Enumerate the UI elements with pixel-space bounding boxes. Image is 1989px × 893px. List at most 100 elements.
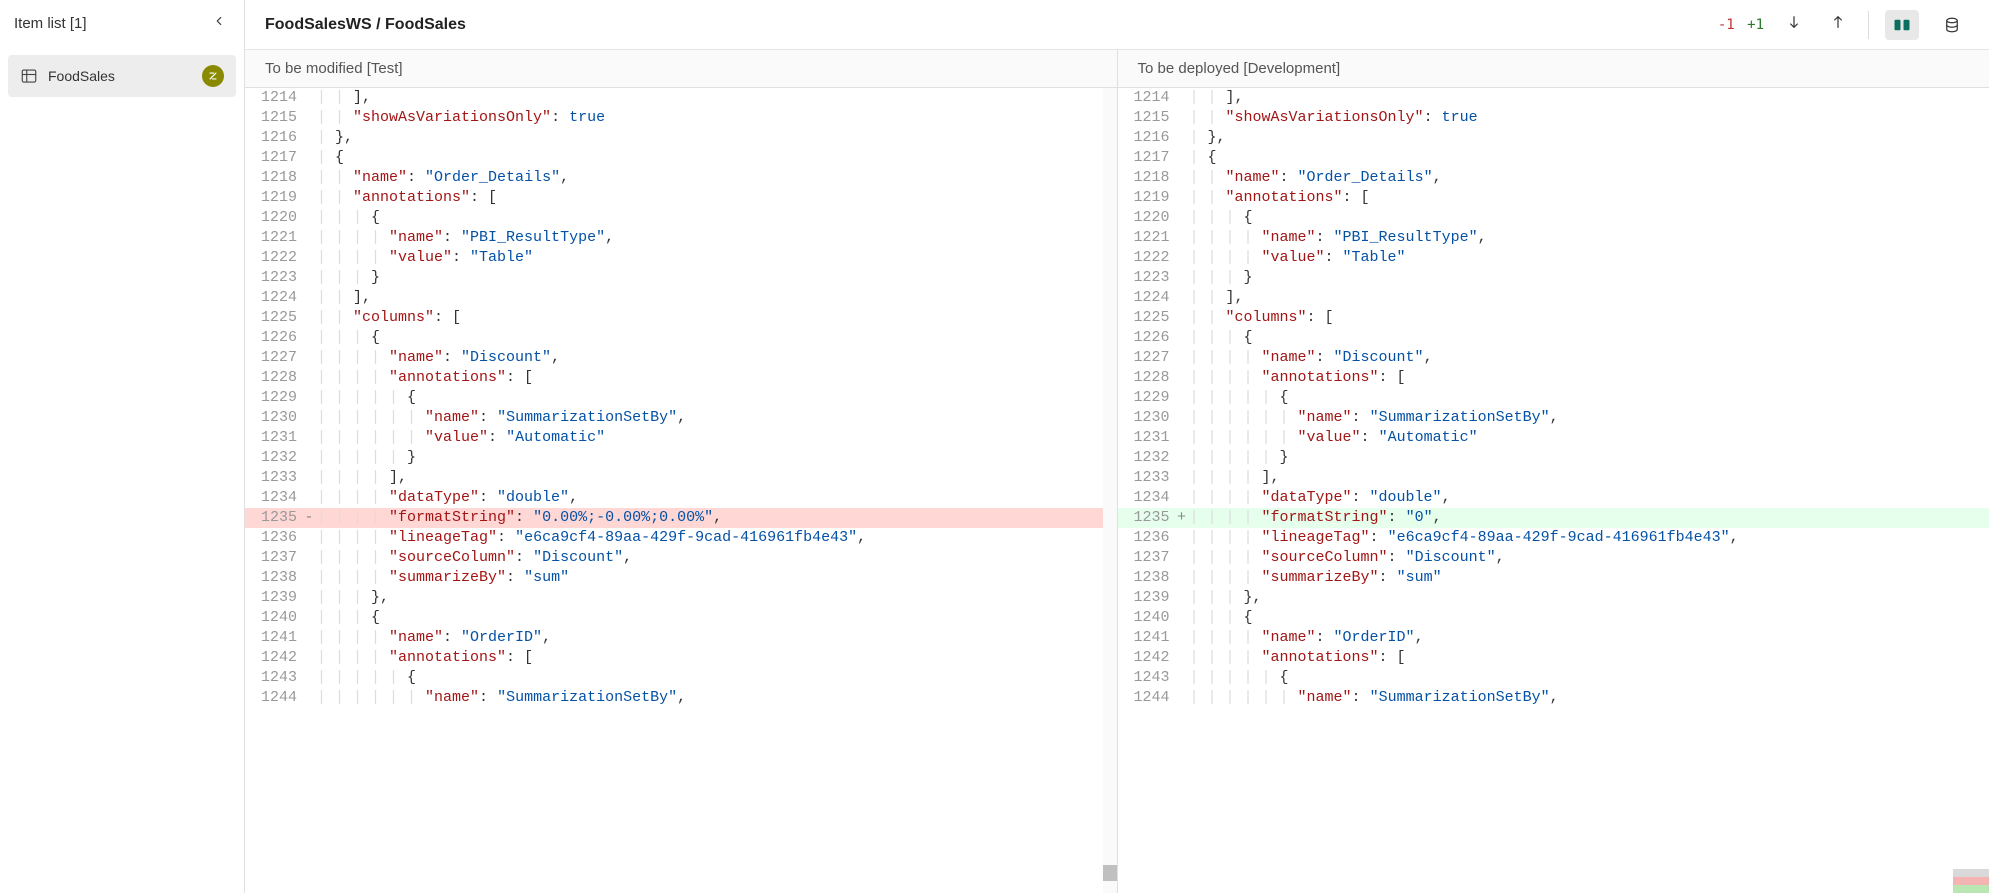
code-line[interactable]: 1238| | | | "summarizeBy": "sum": [245, 568, 1117, 588]
code-line[interactable]: 1240| | | {: [245, 608, 1117, 628]
code-line[interactable]: 1237| | | | "sourceColumn": "Discount",: [245, 548, 1117, 568]
code-line[interactable]: 1235-| | | | "formatString": "0.00%;-0.0…: [245, 508, 1117, 528]
code-line[interactable]: 1225| | "columns": [: [1118, 308, 1989, 328]
code-line[interactable]: 1216| },: [245, 128, 1117, 148]
line-number: 1218: [245, 168, 303, 188]
diff-status-icon: [206, 69, 220, 83]
code-line[interactable]: 1239| | | },: [1118, 588, 1989, 608]
code-line[interactable]: 1216| },: [1118, 128, 1989, 148]
code-line[interactable]: 1227| | | | "name": "Discount",: [1118, 348, 1989, 368]
code-line[interactable]: 1241| | | | "name": "OrderID",: [245, 628, 1117, 648]
code-line[interactable]: 1229| | | | | {: [245, 388, 1117, 408]
code-line[interactable]: 1235+| | | | "formatString": "0",: [1118, 508, 1989, 528]
side-by-side-toggle[interactable]: [1885, 10, 1919, 40]
code-content: | },: [315, 128, 1117, 148]
code-content: | | "annotations": [: [1188, 188, 1989, 208]
code-line[interactable]: 1244| | | | | | "name": "SummarizationSe…: [245, 688, 1117, 708]
code-line[interactable]: 1217| {: [245, 148, 1117, 168]
code-line[interactable]: 1234| | | | "dataType": "double",: [1118, 488, 1989, 508]
code-line[interactable]: 1227| | | | "name": "Discount",: [245, 348, 1117, 368]
code-line[interactable]: 1243| | | | | {: [1118, 668, 1989, 688]
line-number: 1219: [1118, 188, 1176, 208]
code-line[interactable]: 1214| | ],: [1118, 88, 1989, 108]
diff-marker: [1176, 448, 1188, 468]
database-icon: [1943, 16, 1961, 34]
code-line[interactable]: 1228| | | | "annotations": [: [1118, 368, 1989, 388]
code-line[interactable]: 1241| | | | "name": "OrderID",: [1118, 628, 1989, 648]
code-line[interactable]: 1219| | "annotations": [: [245, 188, 1117, 208]
sidebar-item-foodsales[interactable]: FoodSales: [8, 55, 236, 97]
sidebar-collapse-button[interactable]: [208, 10, 230, 37]
code-line[interactable]: 1239| | | },: [245, 588, 1117, 608]
code-line[interactable]: 1226| | | {: [1118, 328, 1989, 348]
code-line[interactable]: 1224| | ],: [245, 288, 1117, 308]
next-diff-button[interactable]: [1780, 8, 1808, 41]
code-line[interactable]: 1244| | | | | | "name": "SummarizationSe…: [1118, 688, 1989, 708]
code-line[interactable]: 1214| | ],: [245, 88, 1117, 108]
prev-diff-button[interactable]: [1824, 8, 1852, 41]
code-line[interactable]: 1237| | | | "sourceColumn": "Discount",: [1118, 548, 1989, 568]
line-number: 1233: [1118, 468, 1176, 488]
diff-marker: [303, 488, 315, 508]
diff-marker: [303, 88, 315, 108]
code-line[interactable]: 1231| | | | | | "value": "Automatic": [245, 428, 1117, 448]
code-line[interactable]: 1236| | | | "lineageTag": "e6ca9cf4-89aa…: [245, 528, 1117, 548]
code-line[interactable]: 1223| | | }: [245, 268, 1117, 288]
minimap[interactable]: [1953, 869, 1989, 893]
line-number: 1216: [1118, 128, 1176, 148]
pane-headers: To be modified [Test] To be deployed [De…: [245, 50, 1989, 88]
code-line[interactable]: 1243| | | | | {: [245, 668, 1117, 688]
code-line[interactable]: 1234| | | | "dataType": "double",: [245, 488, 1117, 508]
code-content: | | | | "formatString": "0.00%;-0.00%;0.…: [315, 508, 1117, 528]
code-line[interactable]: 1225| | "columns": [: [245, 308, 1117, 328]
code-content: | | | | ],: [1188, 468, 1989, 488]
code-line[interactable]: 1240| | | {: [1118, 608, 1989, 628]
code-line[interactable]: 1226| | | {: [245, 328, 1117, 348]
code-line[interactable]: 1230| | | | | | "name": "SummarizationSe…: [245, 408, 1117, 428]
sidebar-body: FoodSales: [0, 47, 244, 105]
diff-pane-left[interactable]: 1214| | ],1215| | "showAsVariationsOnly"…: [245, 88, 1118, 893]
code-line[interactable]: 1220| | | {: [245, 208, 1117, 228]
code-line[interactable]: 1228| | | | "annotations": [: [245, 368, 1117, 388]
line-number: 1215: [1118, 108, 1176, 128]
code-line[interactable]: 1215| | "showAsVariationsOnly": true: [245, 108, 1117, 128]
code-line[interactable]: 1222| | | | "value": "Table": [245, 248, 1117, 268]
diff-marker: [1176, 248, 1188, 268]
code-line[interactable]: 1221| | | | "name": "PBI_ResultType",: [1118, 228, 1989, 248]
scrollbar-track[interactable]: [1103, 88, 1117, 893]
code-line[interactable]: 1220| | | {: [1118, 208, 1989, 228]
line-number: 1214: [245, 88, 303, 108]
code-content: | | | | | | "name": "SummarizationSetBy"…: [1188, 408, 1989, 428]
code-line[interactable]: 1223| | | }: [1118, 268, 1989, 288]
code-line[interactable]: 1218| | "name": "Order_Details",: [1118, 168, 1989, 188]
code-line[interactable]: 1231| | | | | | "value": "Automatic": [1118, 428, 1989, 448]
code-line[interactable]: 1217| {: [1118, 148, 1989, 168]
code-line[interactable]: 1221| | | | "name": "PBI_ResultType",: [245, 228, 1117, 248]
code-line[interactable]: 1233 | | | | ],: [1118, 468, 1989, 488]
code-line[interactable]: 1236| | | | "lineageTag": "e6ca9cf4-89aa…: [1118, 528, 1989, 548]
code-line[interactable]: 1224| | ],: [1118, 288, 1989, 308]
main-header: FoodSalesWS / FoodSales -1 +1: [245, 0, 1989, 50]
code-line[interactable]: 1232| | | | | }: [1118, 448, 1989, 468]
line-number: 1238: [1118, 568, 1176, 588]
line-number: 1232: [245, 448, 303, 468]
chevron-left-icon: [212, 14, 226, 28]
code-line[interactable]: 1215| | "showAsVariationsOnly": true: [1118, 108, 1989, 128]
diff-marker: [303, 388, 315, 408]
code-line[interactable]: 1219 | | "annotations": [: [1118, 188, 1989, 208]
code-content: | | ],: [1188, 88, 1989, 108]
code-line[interactable]: 1242| | | | "annotations": [: [1118, 648, 1989, 668]
code-line[interactable]: 1222| | | | "value": "Table": [1118, 248, 1989, 268]
code-line[interactable]: 1229| | | | | {: [1118, 388, 1989, 408]
header-actions: -1 +1: [1718, 8, 1969, 41]
schema-view-button[interactable]: [1935, 10, 1969, 40]
line-number: 1220: [1118, 208, 1176, 228]
code-line[interactable]: 1233| | | | ],: [245, 468, 1117, 488]
code-line[interactable]: 1218| | "name": "Order_Details",: [245, 168, 1117, 188]
scrollbar-thumb[interactable]: [1103, 865, 1117, 881]
code-line[interactable]: 1230| | | | | | "name": "SummarizationSe…: [1118, 408, 1989, 428]
code-line[interactable]: 1232| | | | | }: [245, 448, 1117, 468]
diff-pane-right[interactable]: 1214| | ],1215| | "showAsVariationsOnly"…: [1118, 88, 1989, 893]
code-line[interactable]: 1238| | | | "summarizeBy": "sum": [1118, 568, 1989, 588]
code-line[interactable]: 1242| | | | "annotations": [: [245, 648, 1117, 668]
